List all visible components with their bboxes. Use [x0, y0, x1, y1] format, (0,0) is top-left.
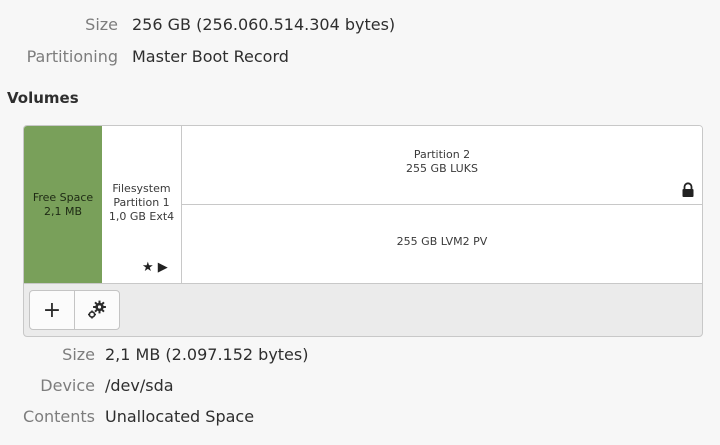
contents-value: Unallocated Space — [105, 406, 255, 426]
disk-size-row: Size 256 GB (256.060.514.304 bytes) — [0, 12, 395, 36]
partition-1-name: Partition 1 — [113, 195, 170, 209]
partition-1-segment[interactable]: Filesystem Partition 1 1,0 GB Ext4 ★ ▶ — [102, 126, 182, 283]
selected-size-label: Size — [62, 344, 95, 364]
contents-row: Contents Unallocated Space — [0, 404, 254, 428]
partition-1-type: Filesystem — [112, 181, 171, 195]
plus-icon: + — [42, 297, 62, 323]
gears-icon — [88, 300, 106, 319]
partition-2-segment[interactable]: Partition 2 255 GB LUKS — [182, 126, 702, 205]
lvm-segment[interactable]: 255 GB LVM2 PV — [182, 205, 702, 283]
free-space-title: Free Space — [32, 190, 94, 204]
lock-icon — [682, 182, 694, 197]
add-partition-button[interactable]: + — [29, 290, 75, 330]
volumes-panel: Free Space 2,1 MB Filesystem Partition 1… — [23, 125, 703, 337]
free-space-segment[interactable]: Free Space 2,1 MB — [24, 126, 102, 283]
partition-2-name: Partition 2 — [413, 148, 471, 161]
contents-label: Contents — [23, 406, 95, 426]
lvm-size: 255 GB LVM2 PV — [396, 235, 488, 248]
boot-star-play-icon: ★ ▶ — [142, 260, 168, 275]
partition-2-size: 255 GB LUKS — [406, 162, 478, 175]
partitioning-row: Partitioning Master Boot Record — [0, 44, 289, 68]
volumes-heading: Volumes — [7, 89, 79, 107]
selected-size-value: 2,1 MB (2.097.152 bytes) — [105, 344, 309, 364]
disk-size-label: Size — [85, 14, 118, 34]
partitioning-label: Partitioning — [26, 46, 118, 66]
volume-map: Free Space 2,1 MB Filesystem Partition 1… — [24, 126, 702, 284]
partition-1-size: 1,0 GB Ext4 — [108, 209, 175, 223]
device-label: Device — [40, 375, 95, 395]
device-value: /dev/sda — [105, 375, 174, 395]
partitioning-value: Master Boot Record — [132, 46, 289, 66]
selected-size-row: Size 2,1 MB (2.097.152 bytes) — [0, 342, 308, 366]
partition-settings-button[interactable] — [74, 290, 120, 330]
free-space-size: 2,1 MB — [43, 204, 83, 218]
device-row: Device /dev/sda — [0, 373, 174, 397]
disk-size-value: 256 GB (256.060.514.304 bytes) — [132, 14, 396, 34]
